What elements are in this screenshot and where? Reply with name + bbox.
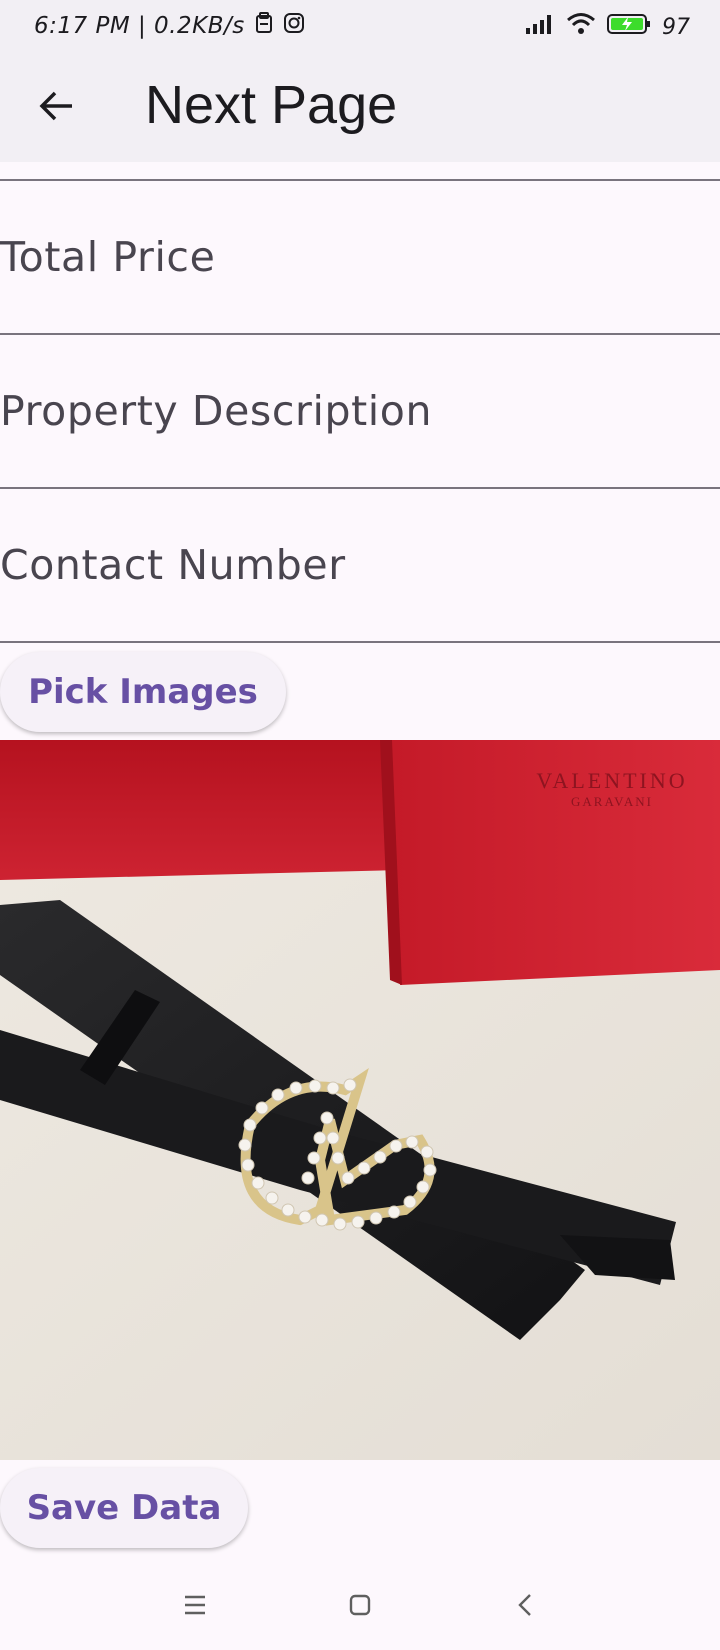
status-left: 6:17 PM | 0.2KB/s — [34, 12, 305, 40]
system-nav-bar — [0, 1560, 720, 1650]
contact-number-field[interactable]: Contact Number — [0, 489, 720, 643]
clipboard-icon — [255, 12, 273, 40]
wifi-icon — [566, 12, 596, 42]
nav-back-button[interactable] — [500, 1582, 550, 1632]
menu-icon — [183, 1594, 207, 1621]
battery-level: 97 — [662, 14, 690, 40]
status-bar: 6:17 PM | 0.2KB/s 97 — [0, 0, 720, 56]
contact-number-label: Contact Number — [0, 541, 346, 589]
status-right: 97 — [524, 12, 690, 42]
total-price-field[interactable]: Total Price — [0, 181, 720, 335]
box-brand-text: VALENTINO — [536, 768, 687, 793]
battery-icon — [606, 12, 652, 42]
home-square-icon — [348, 1593, 372, 1622]
app-bar: Next Page — [0, 56, 720, 162]
property-description-field[interactable]: Property Description — [0, 335, 720, 489]
signal-icon — [524, 13, 556, 41]
nav-home-button[interactable] — [335, 1582, 385, 1632]
nav-menu-button[interactable] — [170, 1582, 220, 1632]
save-data-button[interactable]: Save Data — [0, 1468, 248, 1548]
instagram-icon — [283, 12, 305, 40]
pick-images-button[interactable]: Pick Images — [0, 652, 286, 732]
page-title: Next Page — [145, 75, 398, 135]
status-time-speed: 6:17 PM | 0.2KB/s — [34, 13, 245, 39]
chevron-left-icon — [515, 1592, 535, 1623]
screen: 6:17 PM | 0.2KB/s 97 Next Page Total Pri… — [0, 0, 720, 1650]
picked-image: VALENTINO GARAVANI — [0, 740, 720, 1460]
back-button[interactable] — [28, 80, 84, 136]
total-price-label: Total Price — [0, 233, 216, 281]
arrow-left-icon — [38, 90, 74, 127]
box-brand-subtext: GARAVANI — [571, 794, 653, 809]
property-description-label: Property Description — [0, 387, 433, 435]
